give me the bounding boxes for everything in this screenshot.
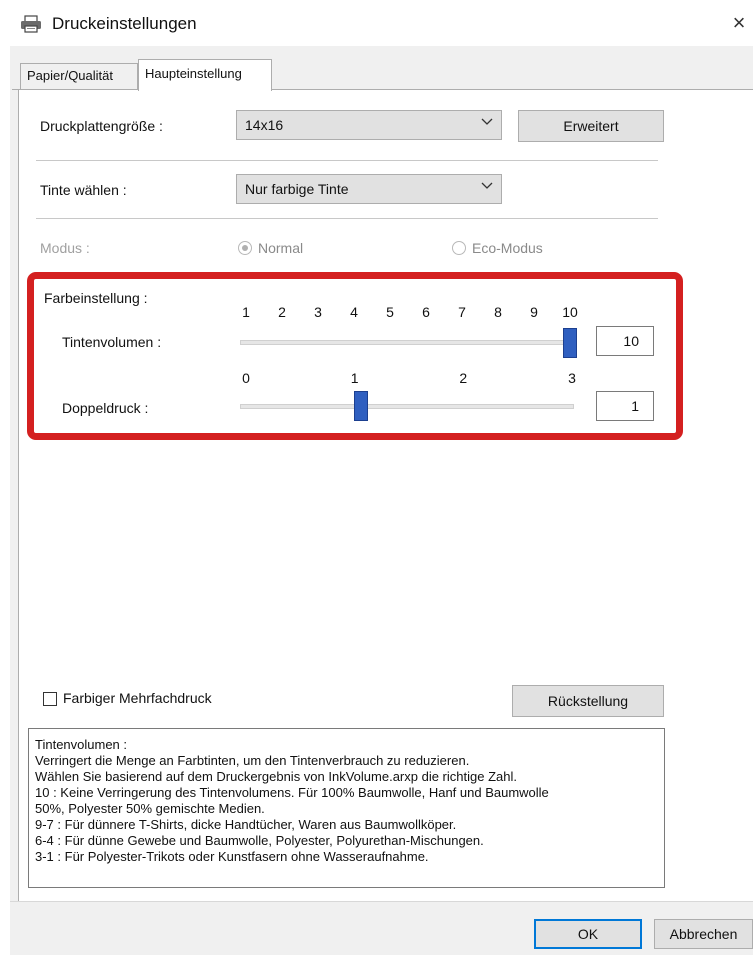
plate-size-label: Druckplattengröße :: [40, 118, 163, 134]
description-line: 9-7 : Für dünnere T-Shirts, dicke Handtü…: [35, 817, 457, 832]
title-bar: Druckeinstellungen ×: [0, 0, 753, 46]
chevron-down-icon: [481, 182, 493, 189]
footer-separator: [10, 901, 753, 902]
mode-normal-label: Normal: [258, 240, 304, 256]
mode-normal-radio[interactable]: [238, 241, 252, 255]
separator: [36, 218, 658, 219]
description-line: Verringert die Menge an Farbtinten, um d…: [35, 753, 470, 768]
mode-eco-label: Eco-Modus: [472, 240, 543, 256]
plate-size-value: 14x16: [245, 117, 284, 133]
description-box: Tintenvolumen : Verringert die Menge an F…: [28, 728, 665, 888]
description-line: 10 : Keine Verringerung des Tintenvolume…: [35, 785, 549, 800]
ink-value: Nur farbige Tinte: [245, 181, 349, 197]
close-button[interactable]: ×: [728, 10, 750, 36]
printer-icon: [21, 15, 41, 33]
advanced-button[interactable]: Erweitert: [518, 110, 664, 142]
description-line: Tintenvolumen :: [35, 737, 128, 752]
mode-eco-radio[interactable]: [452, 241, 466, 255]
multi-color-print-checkbox[interactable]: [43, 692, 57, 706]
ink-label: Tinte wählen :: [40, 182, 127, 198]
mode-label: Modus :: [40, 240, 90, 256]
cancel-button[interactable]: Abbrechen: [654, 919, 753, 949]
separator: [36, 160, 658, 161]
tab-paper-quality[interactable]: Papier/Qualität: [20, 63, 138, 89]
tab-main-settings[interactable]: Haupteinstellung: [138, 59, 272, 91]
description-line: 6-4 : Für dünne Gewebe und Baumwolle, Po…: [35, 833, 484, 848]
description-line: 3-1 : Für Polyester-Trikots oder Kunstfa…: [35, 849, 429, 864]
multi-color-print-label: Farbiger Mehrfachdruck: [63, 690, 212, 706]
window-title: Druckeinstellungen: [52, 14, 197, 33]
description-line: 50%, Polyester 50% gemischte Medien.: [35, 801, 265, 816]
ink-select[interactable]: Nur farbige Tinte: [236, 174, 502, 204]
reset-button[interactable]: Rückstellung: [512, 685, 664, 717]
plate-size-select[interactable]: 14x16: [236, 110, 502, 140]
highlight-box: [27, 272, 683, 440]
description-line: Wählen Sie basierend auf dem Druckergebn…: [35, 769, 517, 784]
chevron-down-icon: [481, 118, 493, 125]
ok-button[interactable]: OK: [534, 919, 642, 949]
radio-dot: [242, 245, 248, 251]
